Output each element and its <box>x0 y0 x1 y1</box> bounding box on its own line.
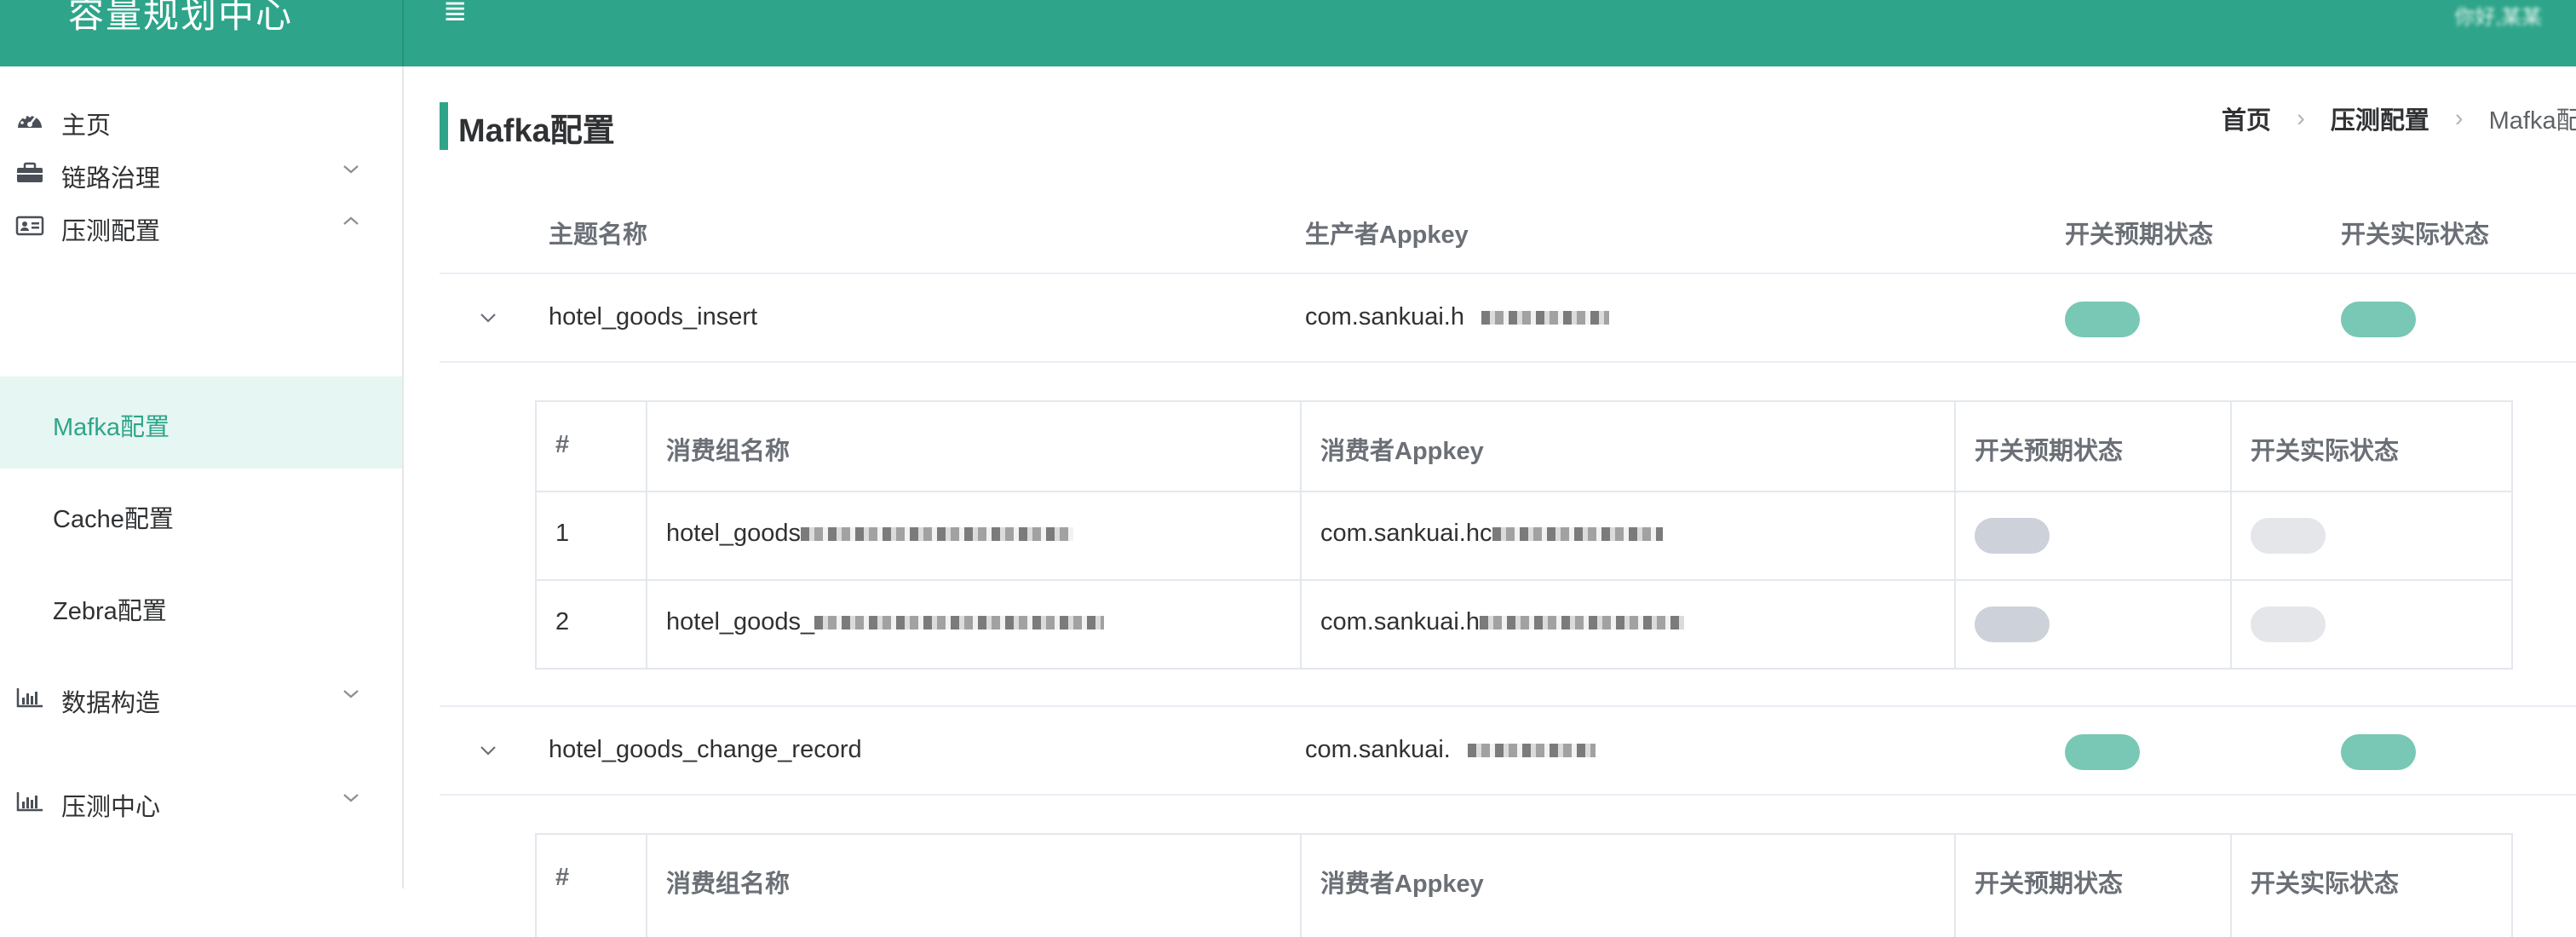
sidebar-subitem-zebra[interactable]: Zebra配置 <box>0 560 402 652</box>
row-2-expand-chevron-down-icon[interactable] <box>477 743 499 758</box>
consumer-table-2: # 消费组名称 消费者Appkey 开关预期状态 开关实际状态 <box>535 833 2513 937</box>
briefcase-icon <box>17 162 43 182</box>
sidebar-subitem-label: Cache配置 <box>53 506 174 533</box>
column-header-topic: 主题名称 <box>549 221 648 249</box>
chevron-down-icon <box>343 794 359 802</box>
row-1-expected-switch[interactable] <box>2065 302 2140 337</box>
row-2-actual-switch[interactable] <box>2341 734 2416 770</box>
row-1-topic: hotel_goods_insert <box>549 303 758 331</box>
redacted-text <box>1467 744 1596 758</box>
top-bar: 容量规划中心 ≣ 你好,某某 <box>0 0 2576 66</box>
sidebar-subitem-label: Mafka配置 <box>53 414 170 441</box>
consumer-actual-switch[interactable] <box>2251 606 2326 642</box>
sidebar-item-stress-center[interactable]: 压测中心 <box>0 767 402 835</box>
title-accent-bar <box>440 102 448 150</box>
id-card-icon <box>15 216 44 236</box>
consumer-index: 2 <box>555 608 570 635</box>
breadcrumb-stress-config[interactable]: 压测配置 <box>2331 101 2429 136</box>
bar-chart-icon <box>16 792 43 812</box>
main-content: Mafka配置 首页 › 压测配置 › Mafka配 主题名称 生产者Appke… <box>404 66 2576 937</box>
column-header-consumer-appkey: 消费者Appkey <box>1320 438 1484 465</box>
consumer-appkey: com.sankuai.h <box>1320 608 1684 636</box>
row-1-expand-chevron-down-icon[interactable] <box>477 310 499 325</box>
consumer-group-name: hotel_goods <box>666 520 1074 548</box>
chevron-down-icon <box>343 165 359 174</box>
sidebar-item-data-construction[interactable]: 数据构造 <box>0 663 402 731</box>
breadcrumb-current: Mafka配 <box>2488 107 2576 135</box>
chevron-down-icon <box>343 690 359 698</box>
row-1-producer-appkey: com.sankuai.h <box>1305 303 1610 331</box>
sidebar-subitem-cache[interactable]: Cache配置 <box>0 468 402 560</box>
column-header-producer-appkey: 生产者Appkey <box>1305 221 1469 249</box>
menu-icon[interactable]: ≣ <box>443 0 472 26</box>
app-title: 容量规划中心 <box>68 0 294 35</box>
row-1-actual-switch[interactable] <box>2341 302 2416 337</box>
sidebar-item-label: 链路治理 <box>61 165 161 193</box>
divider <box>440 361 2576 363</box>
column-header-group: 消费组名称 <box>666 438 791 465</box>
consumer-table-header: # 消费组名称 消费者Appkey 开关预期状态 开关实际状态 <box>537 402 2511 492</box>
consumer-index: 1 <box>555 520 570 547</box>
sidebar-item-stress-config[interactable]: 压测配置 <box>0 191 402 259</box>
consumer-actual-switch[interactable] <box>2251 518 2326 554</box>
consumer-group-name: hotel_goods_ <box>666 608 1105 636</box>
consumer-table-header: # 消费组名称 消费者Appkey 开关预期状态 开关实际状态 <box>537 835 2511 923</box>
column-header-index: # <box>555 431 570 458</box>
consumer-expected-switch[interactable] <box>1975 518 2050 554</box>
row-2-expected-switch[interactable] <box>2065 734 2140 770</box>
bar-chart-icon <box>16 688 43 708</box>
column-header-group: 消费组名称 <box>666 871 791 898</box>
sidebar-item-label: 主页 <box>61 112 112 140</box>
chevron-right-icon: › <box>2454 104 2464 132</box>
sidebar-item-label: 压测中心 <box>61 794 161 821</box>
breadcrumb: 首页 › 压测配置 › Mafka配 <box>2222 101 2576 138</box>
redacted-text <box>1481 311 1610 325</box>
redacted-text <box>801 527 1074 542</box>
sidebar-item-label: 压测配置 <box>61 218 161 245</box>
page-title: Mafka配置 <box>458 113 615 149</box>
redacted-text <box>1492 527 1663 542</box>
table-row: 1 hotel_goods com.sankuai.hc <box>537 491 2511 581</box>
column-header-expected-status: 开关预期状态 <box>1975 438 2124 465</box>
table-row: 2 hotel_goods_ com.sankuai.h <box>537 579 2511 668</box>
row-2-topic: hotel_goods_change_record <box>549 736 862 763</box>
consumer-appkey: com.sankuai.hc <box>1320 520 1663 548</box>
column-header-consumer-appkey: 消费者Appkey <box>1320 871 1484 898</box>
chevron-up-icon <box>343 216 359 225</box>
column-header-actual-status: 开关实际状态 <box>2251 871 2400 898</box>
divider <box>440 705 2576 707</box>
column-header-expected-status: 开关预期状态 <box>2065 221 2214 249</box>
column-header-index: # <box>555 864 570 891</box>
consumer-expected-switch[interactable] <box>1975 606 2050 642</box>
column-header-expected-status: 开关预期状态 <box>1975 871 2124 898</box>
divider <box>440 273 2576 274</box>
consumer-table-1: # 消费组名称 消费者Appkey 开关预期状态 开关实际状态 1 hotel_… <box>535 400 2513 670</box>
redacted-text <box>1480 616 1684 630</box>
sidebar-subitem-label: Zebra配置 <box>53 598 167 625</box>
breadcrumb-home[interactable]: 首页 <box>2222 101 2271 136</box>
chevron-right-icon: › <box>2297 104 2305 132</box>
divider <box>440 794 2576 796</box>
brand: 容量规划中心 <box>0 0 404 66</box>
user-greeting[interactable]: 你好,某某 <box>2454 0 2542 30</box>
sidebar: 主页 链路治理 压测配置 Mafka配置 Cache配置 Zebra配置 数据构… <box>0 66 404 888</box>
redacted-text <box>814 616 1105 630</box>
sidebar-subitem-mafka[interactable]: Mafka配置 <box>0 377 402 468</box>
row-2-producer-appkey: com.sankuai. <box>1305 736 1596 764</box>
dashboard-icon <box>18 114 42 128</box>
column-header-actual-status: 开关实际状态 <box>2341 221 2490 249</box>
column-header-actual-status: 开关实际状态 <box>2251 438 2400 465</box>
sidebar-item-label: 数据构造 <box>61 690 161 717</box>
